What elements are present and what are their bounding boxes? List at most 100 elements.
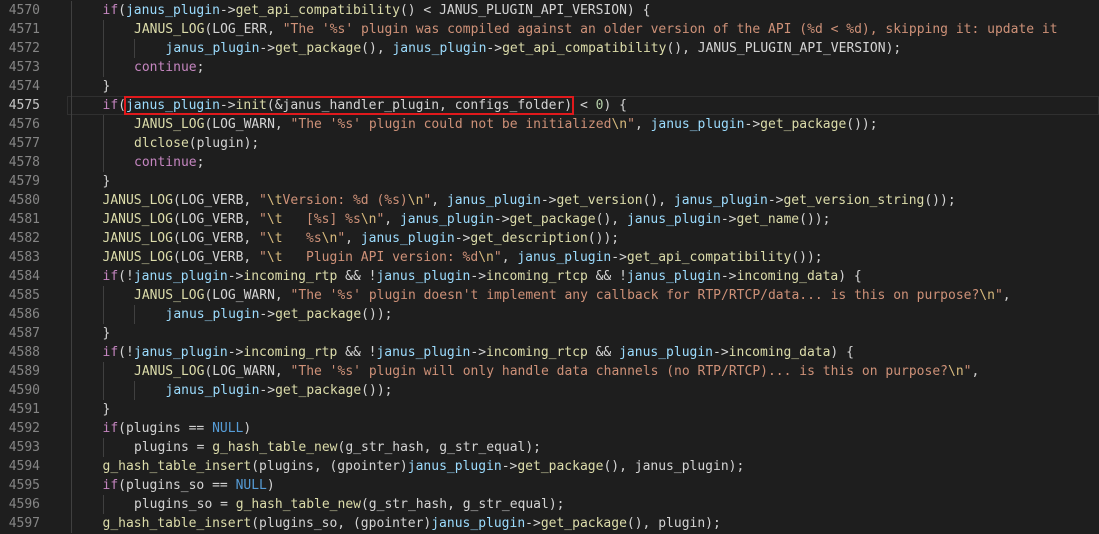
code-line[interactable]: 4570 if(janus_plugin->get_api_compatibili… bbox=[0, 1, 1099, 20]
code-token: janus_plugin bbox=[673, 193, 768, 208]
code-token: get_package bbox=[275, 383, 362, 398]
line-number: 4593 bbox=[8, 440, 40, 455]
code-token: plugins = bbox=[134, 440, 213, 455]
code-line[interactable]: 4589 JANUS_LOG(LOG_WARN, "The '%s' plugin… bbox=[0, 362, 1099, 381]
code-token: JANUS_LOG bbox=[134, 22, 205, 37]
code-token: janus_plugin bbox=[407, 459, 502, 474]
code-token: "The '%s' plugin doesn't implement any c… bbox=[290, 288, 980, 303]
code-content: plugins = g_hash_table_new(g_str_hash, g… bbox=[134, 438, 541, 457]
code-token: -> bbox=[720, 212, 737, 227]
code-token: " bbox=[259, 193, 267, 208]
code-line[interactable]: 4595 if(plugins_so == NULL) bbox=[0, 476, 1099, 495]
code-token: janus_plugin bbox=[133, 269, 228, 284]
code-line[interactable]: 4582 JANUS_LOG(LOG_VERB, "\t %s\n", janus… bbox=[0, 229, 1099, 248]
code-line[interactable]: 4593 plugins = g_hash_table_new(g_str_has… bbox=[0, 438, 1099, 457]
code-line[interactable]: 4578 continue; bbox=[0, 153, 1099, 172]
code-editor[interactable]: 4570 if(janus_plugin->get_api_compatibili… bbox=[0, 0, 1099, 534]
code-line[interactable]: 4579} bbox=[0, 172, 1099, 191]
code-token: && ! bbox=[337, 345, 377, 360]
code-token: ( bbox=[118, 98, 126, 113]
code-content: janus_plugin->get_package(), janus_plugi… bbox=[166, 39, 902, 58]
code-token: -> bbox=[486, 41, 503, 56]
code-token: , bbox=[1002, 288, 1011, 303]
code-line[interactable]: 4585 JANUS_LOG(LOG_WARN, "The '%s' plugin… bbox=[0, 286, 1099, 305]
code-line[interactable]: 4596 plugins_so = g_hash_table_new(g_str_… bbox=[0, 495, 1099, 514]
indent-guide bbox=[71, 172, 72, 191]
code-token: janus_plugin bbox=[133, 345, 228, 360]
code-token: -> bbox=[525, 516, 541, 531]
code-token: g_hash_table_new bbox=[212, 440, 338, 455]
line-number: 4586 bbox=[8, 307, 40, 322]
code-line[interactable]: 4587} bbox=[0, 324, 1099, 343]
code-content: plugins_so = g_hash_table_new(g_str_hash… bbox=[134, 495, 564, 514]
code-token: (), bbox=[361, 41, 393, 56]
code-token: Plugin API version: %d bbox=[282, 250, 479, 265]
line-number: 4596 bbox=[8, 497, 40, 512]
code-token: janus_plugin bbox=[376, 269, 471, 284]
code-line[interactable]: 4583 JANUS_LOG(LOG_VERB, "\t Plugin API v… bbox=[0, 248, 1099, 267]
code-token: \n bbox=[407, 193, 424, 208]
line-number: 4590 bbox=[8, 383, 40, 398]
code-line[interactable]: 4581 JANUS_LOG(LOG_VERB, "\t [%s] %s\n", … bbox=[0, 210, 1099, 229]
code-token: ()); bbox=[846, 117, 878, 132]
code-line[interactable]: 4576 JANUS_LOG(LOG_WARN, "The '%s' plugin… bbox=[0, 115, 1099, 134]
code-line[interactable]: 4594 g_hash_table_insert(plugins, (gpoint… bbox=[0, 457, 1099, 476]
code-token: , bbox=[345, 231, 361, 246]
code-token: -> bbox=[227, 345, 244, 360]
indent-guide bbox=[102, 286, 104, 305]
code-token: -> bbox=[219, 98, 236, 113]
indent-guide bbox=[71, 96, 72, 115]
code-content: janus_plugin->get_package()); bbox=[166, 381, 393, 400]
code-token: janus_plugin bbox=[619, 345, 714, 360]
code-token: (), plugin); bbox=[626, 516, 721, 531]
code-token: , bbox=[384, 212, 400, 227]
code-token: " bbox=[259, 231, 267, 246]
indent-guide bbox=[71, 286, 72, 305]
code-token: ; bbox=[196, 60, 205, 75]
indent-guide bbox=[71, 381, 72, 400]
code-token: janus_plugin bbox=[165, 41, 260, 56]
code-content: g_hash_table_insert(plugins_so, (gpointe… bbox=[103, 514, 721, 533]
code-content: JANUS_LOG(LOG_VERB, "\t Plugin API versi… bbox=[103, 248, 823, 267]
code-line[interactable]: 4573 continue; bbox=[0, 58, 1099, 77]
code-token: JANUS_LOG bbox=[134, 117, 205, 132]
code-text: } bbox=[67, 324, 1099, 343]
indent-guide bbox=[71, 343, 72, 362]
code-content: g_hash_table_insert(plugins, (gpointer)j… bbox=[103, 457, 745, 476]
code-line[interactable]: 4586 janus_plugin->get_package()); bbox=[0, 305, 1099, 324]
code-line[interactable]: 4590 janus_plugin->get_package()); bbox=[0, 381, 1099, 400]
indent-guide bbox=[102, 495, 104, 514]
line-number: 4587 bbox=[8, 326, 40, 341]
code-token: janus_plugin bbox=[517, 250, 612, 265]
code-line[interactable]: 4580 JANUS_LOG(LOG_VERB, "\tVersion: %d (… bbox=[0, 191, 1099, 210]
code-token: < bbox=[572, 98, 596, 113]
code-token: dlclose bbox=[134, 136, 189, 151]
code-token: g_hash_table_new bbox=[235, 497, 361, 512]
code-line[interactable]: 4591} bbox=[0, 400, 1099, 419]
code-token: incoming_rtcp bbox=[486, 345, 588, 360]
code-line[interactable]: 4571 JANUS_LOG(LOG_ERR, "The '%s' plugin … bbox=[0, 20, 1099, 39]
line-number: 4597 bbox=[8, 516, 40, 531]
code-token: janus_plugin bbox=[125, 98, 220, 113]
indent-guide bbox=[134, 381, 135, 400]
code-line[interactable]: 4575 if(janus_plugin->init(&janus_handler… bbox=[0, 96, 1099, 115]
code-token: (LOG_VERB, bbox=[172, 231, 260, 246]
code-line[interactable]: 4588 if(!janus_plugin->incoming_rtp && !j… bbox=[0, 343, 1099, 362]
code-token: janus_plugin bbox=[376, 345, 471, 360]
code-line[interactable]: 4584 if(!janus_plugin->incoming_rtp && !j… bbox=[0, 267, 1099, 286]
highlight-box: janus_plugin->init(&janus_handler_plugin… bbox=[123, 96, 575, 115]
code-text: if(!janus_plugin->incoming_rtp && !janus… bbox=[67, 267, 1099, 286]
code-line[interactable]: 4597 g_hash_table_insert(plugins_so, (gpo… bbox=[0, 514, 1099, 533]
code-text: plugins = g_hash_table_new(g_str_hash, g… bbox=[67, 438, 1099, 457]
indent-guide bbox=[71, 476, 72, 495]
code-line[interactable]: 4574} bbox=[0, 77, 1099, 96]
code-token: ()); bbox=[361, 307, 393, 322]
code-line[interactable]: 4577 dlclose(plugin); bbox=[0, 134, 1099, 153]
code-token: -> bbox=[744, 117, 761, 132]
code-token: , bbox=[431, 193, 447, 208]
code-line[interactable]: 4572 janus_plugin->get_package(), janus_p… bbox=[0, 39, 1099, 58]
code-content: JANUS_LOG(LOG_VERB, "\t %s\n", janus_plu… bbox=[103, 229, 620, 248]
code-token: \n bbox=[321, 231, 338, 246]
code-line[interactable]: 4592 if(plugins == NULL) bbox=[0, 419, 1099, 438]
code-token: , bbox=[971, 364, 980, 379]
